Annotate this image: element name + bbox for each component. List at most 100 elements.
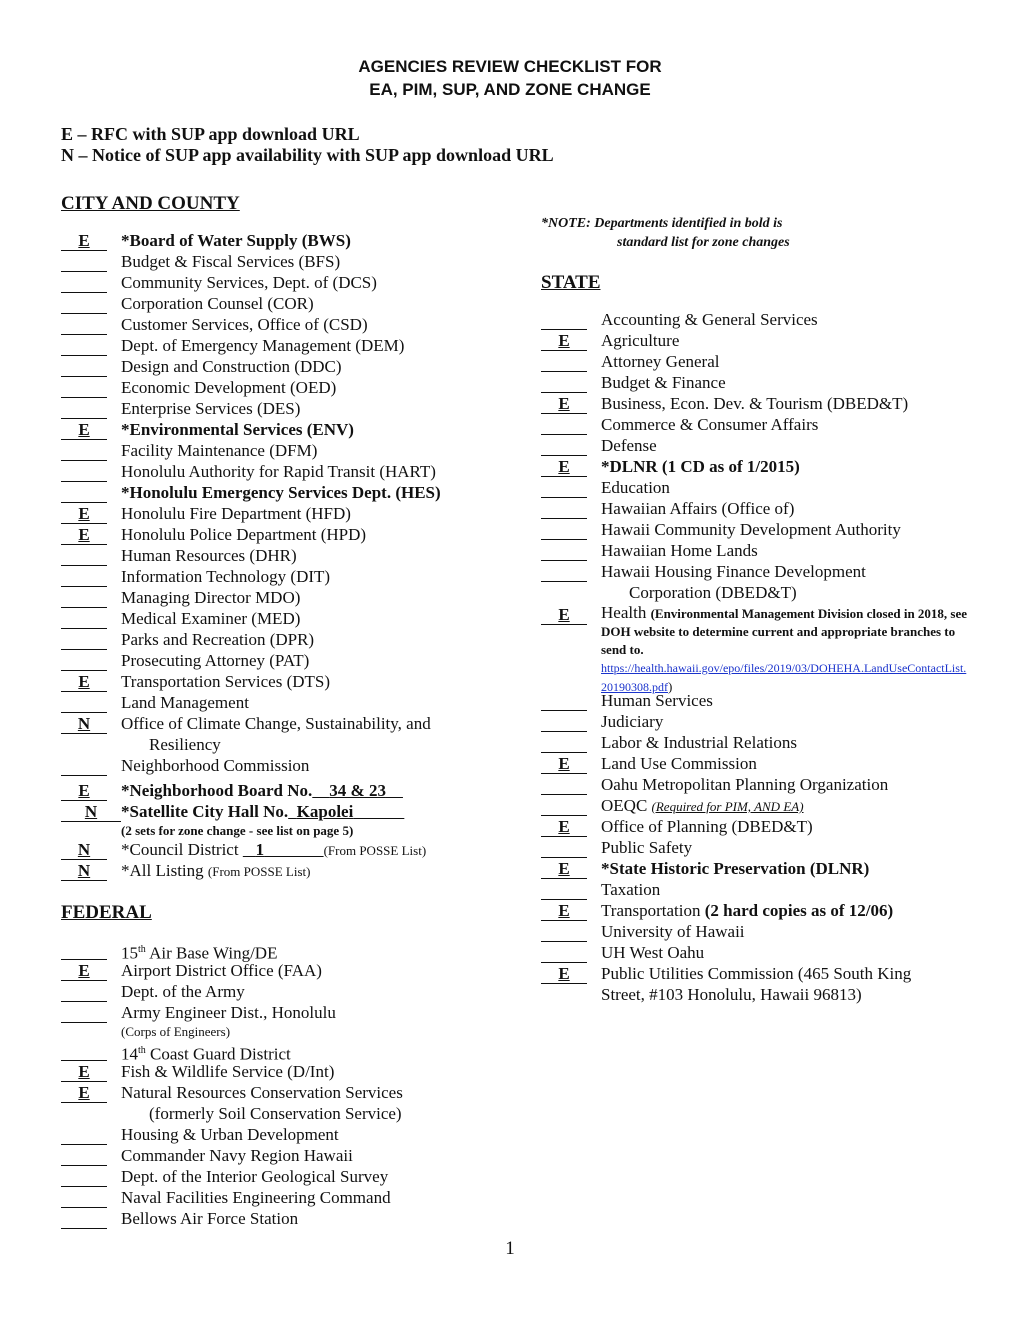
mark-field[interactable] [541,776,587,795]
item-label: UH West Oahu [601,943,705,962]
mark-field[interactable]: E [541,902,587,921]
item-label-continued: (formerly Soil Conservation Service) [149,1104,402,1123]
item-label: Land Use Commission [601,754,757,773]
document-title: AGENCIES REVIEW CHECKLIST FOR EA, PIM, S… [0,55,1020,101]
item-label: Business, Econ. Dev. & Tourism (DBED&T) [601,394,909,413]
mark-field[interactable] [61,1147,107,1166]
mark-field[interactable] [541,734,587,753]
mark-legend: E – RFC with SUP app download URL N – No… [61,124,554,166]
section-heading-city-county: CITY AND COUNTY [61,193,240,214]
mark-field[interactable] [541,500,587,519]
mark-field[interactable] [61,1042,107,1061]
mark-field[interactable] [61,589,107,608]
council-district-value[interactable]: 1 [256,840,265,859]
item-label: Budget & Finance [601,373,726,392]
mark-field[interactable] [61,694,107,713]
item-label: Medical Examiner (MED) [121,609,301,628]
item-label: Land Management [121,693,249,712]
mark-field[interactable]: E [61,421,107,440]
mark-field[interactable] [61,358,107,377]
mark-field[interactable]: E [61,962,107,981]
mark-field[interactable]: E [541,458,587,477]
mark-field[interactable]: E [541,860,587,879]
mark-field[interactable] [61,295,107,314]
mark-field[interactable] [61,547,107,566]
mark-field[interactable] [541,542,587,561]
mark-field[interactable]: E [541,606,587,625]
mark-field[interactable]: E [541,965,587,984]
mark-field[interactable] [61,379,107,398]
mark-field[interactable] [61,316,107,335]
mark-field[interactable] [61,757,107,776]
mark-field[interactable] [61,1210,107,1229]
mark-field[interactable] [61,253,107,272]
mark-field[interactable] [61,631,107,650]
mark-field[interactable]: E [541,332,587,351]
mark-field[interactable] [541,353,587,372]
item-label: Airport District Office (FAA) [121,961,322,980]
mark-field[interactable]: N [61,803,121,822]
mark-field[interactable] [541,797,587,816]
council-district-suffix: (From POSSE List) [323,843,427,858]
mark-field[interactable] [541,521,587,540]
ordinal-suffix: th [138,1045,146,1056]
item-label: Commerce & Consumer Affairs [601,415,819,434]
mark-field[interactable] [541,881,587,900]
mark-field[interactable]: E [61,526,107,545]
mark-field[interactable] [61,463,107,482]
mark-field[interactable]: E [61,782,107,801]
mark-field[interactable] [541,944,587,963]
mark-field[interactable] [61,1126,107,1145]
mark-field[interactable] [541,374,587,393]
item-label: Parks and Recreation (DPR) [121,630,315,649]
state-health-item: E Health (Environmental Management Divis… [541,604,981,694]
item-label: Naval Facilities Engineering Command [121,1188,391,1207]
mark-field[interactable] [61,337,107,356]
item-label: Natural Resources Conservation Services [121,1083,403,1102]
mark-field[interactable]: N [61,841,107,860]
mark-field[interactable]: E [61,505,107,524]
item-label: *Environmental Services (ENV) [121,420,354,439]
mark-field[interactable] [541,311,587,330]
mark-field[interactable] [61,1189,107,1208]
mark-field[interactable]: E [61,232,107,251]
mark-field[interactable] [541,437,587,456]
mark-field[interactable] [61,941,107,960]
item-label: Public Utilities Commission (465 South K… [601,964,912,983]
mark-field[interactable] [61,1004,107,1023]
item-label: Accounting & General Services [601,310,818,329]
mark-field[interactable]: N [61,715,107,734]
item-label: Community Services, Dept. of (DCS) [121,273,377,292]
mark-field[interactable] [541,923,587,942]
mark-field[interactable] [541,839,587,858]
mark-field[interactable]: E [61,1063,107,1082]
item-label: Human Services [601,691,713,710]
mark-field[interactable] [61,652,107,671]
item-label: Hawaiian Home Lands [601,541,758,560]
mark-field[interactable] [61,983,107,1002]
legend-e: E – RFC with SUP app download URL [61,124,360,144]
mark-field[interactable] [61,400,107,419]
mark-field[interactable] [541,692,587,711]
mark-field[interactable]: E [541,755,587,774]
item-label: Customer Services, Office of (CSD) [121,315,368,334]
mark-field[interactable] [61,274,107,293]
mark-field[interactable]: E [61,673,107,692]
satellite-city-hall-value[interactable]: Kapolei [297,802,354,821]
mark-field[interactable] [61,610,107,629]
mark-field[interactable] [541,479,587,498]
title-line-1: AGENCIES REVIEW CHECKLIST FOR [358,57,662,76]
mark-field[interactable] [541,563,587,582]
mark-field[interactable] [61,1168,107,1187]
mark-field[interactable]: N [61,862,107,881]
mark-field[interactable] [541,713,587,732]
mark-field[interactable] [61,442,107,461]
mark-field[interactable] [61,484,107,503]
neighborhood-board-number[interactable]: 34 & 23 [329,781,386,800]
checklist-row-health: E Health (Environmental Management Divis… [541,604,981,694]
mark-field[interactable]: E [61,1084,107,1103]
mark-field[interactable] [61,568,107,587]
mark-field[interactable]: E [541,395,587,414]
mark-field[interactable] [541,416,587,435]
mark-field[interactable]: E [541,818,587,837]
